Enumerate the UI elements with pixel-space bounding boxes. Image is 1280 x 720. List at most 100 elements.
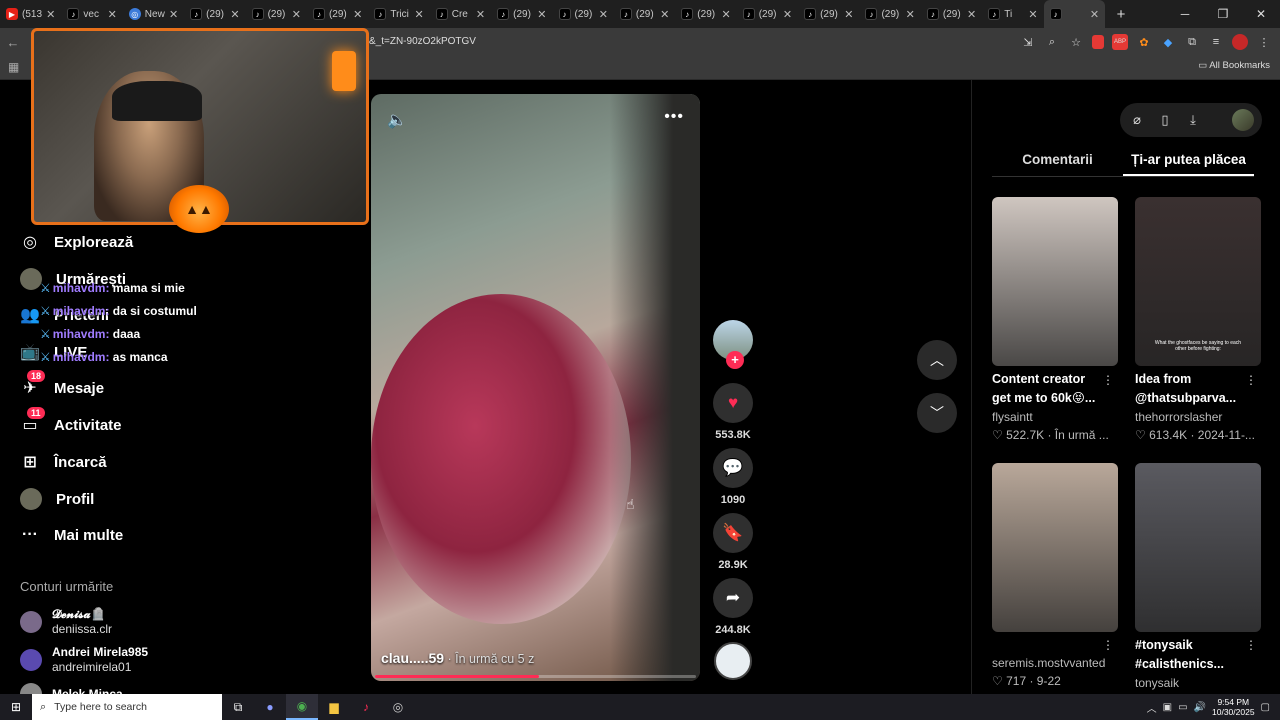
address-bar[interactable]: &_t=ZN-90zO2kPOTGV [369, 32, 476, 52]
reading-list-icon[interactable]: ≡ [1208, 34, 1224, 50]
close-tab-icon[interactable]: ✕ [415, 8, 424, 21]
browser-tab[interactable]: ▶ (513 ✕ [0, 0, 61, 28]
browser-tab[interactable]: ♪ vec ✕ [61, 0, 122, 28]
more-options-icon[interactable]: ⋮ [1245, 638, 1257, 652]
extensions-puzzle-icon[interactable]: ⧉ [1184, 34, 1200, 50]
close-tab-icon[interactable]: ✕ [721, 8, 730, 21]
close-window-icon[interactable]: ✕ [1242, 0, 1280, 28]
music-disc[interactable] [711, 642, 755, 680]
creator-avatar[interactable]: + [711, 320, 755, 369]
volume-icon[interactable]: 🔈 [387, 110, 407, 130]
browser-tab[interactable]: ♪ (29) ✕ [921, 0, 982, 28]
extension-blue-icon[interactable]: ◆ [1160, 34, 1176, 50]
next-video-button[interactable]: ﹀ [917, 393, 957, 433]
profile-icon[interactable] [1232, 34, 1248, 50]
video-progress-bar[interactable] [375, 675, 696, 678]
sidebar-item[interactable]: ◎ Explorează [20, 232, 133, 252]
close-tab-icon[interactable]: ✕ [169, 8, 178, 21]
close-tab-icon[interactable]: ✕ [783, 8, 792, 21]
browser-tab[interactable]: ♪ (29) ✕ [184, 0, 245, 28]
close-tab-icon[interactable]: ✕ [967, 8, 976, 21]
install-app-icon[interactable]: ⇲ [1020, 34, 1036, 50]
sidebar-item[interactable]: Profil [20, 488, 94, 510]
sidebar-item[interactable]: ⊞ Încarcă [20, 452, 106, 472]
video-author[interactable]: tonysaik [1135, 674, 1261, 692]
sidebar-item[interactable]: ··· Mai multe [20, 525, 123, 545]
video-thumbnail[interactable] [992, 463, 1118, 632]
browser-tab[interactable]: ♪ ✕ [1043, 0, 1106, 28]
new-tab-button[interactable]: + [1111, 6, 1131, 23]
tray-up-arrow-icon[interactable]: ︿ [1147, 700, 1157, 715]
like-button[interactable]: ♥ 553.8K [711, 383, 755, 441]
close-tab-icon[interactable]: ✕ [599, 8, 608, 21]
extension-orange-icon[interactable]: ✿ [1136, 34, 1152, 50]
browser-tab[interactable]: ♪ (29) ✕ [246, 0, 307, 28]
previous-video-button[interactable]: ︿ [917, 340, 957, 380]
close-tab-icon[interactable]: ✕ [844, 8, 853, 21]
more-options-icon[interactable]: ••• [664, 108, 684, 126]
file-explorer-icon[interactable]: ▆ [318, 694, 350, 720]
taskbar-search[interactable]: ⌕ Type here to search [32, 694, 222, 720]
compass-icon[interactable]: ⌀ [1128, 112, 1146, 128]
network-icon[interactable]: ▭ [1178, 702, 1187, 713]
browser-tab[interactable]: ♪ (29) ✕ [307, 0, 368, 28]
video-title[interactable]: Idea from @thatsubparva... [1135, 370, 1245, 408]
recommended-video-card[interactable]: ⋮ #tonysaik #calisthenics... tonysaik [1135, 463, 1261, 692]
browser-tab[interactable]: ◎ New ✕ [123, 0, 184, 28]
tab-recommended[interactable]: Ți-ar putea plăcea [1123, 147, 1254, 176]
tiktok-app-icon[interactable]: ♪ [350, 694, 382, 720]
zoom-icon[interactable]: ⌕ [1044, 34, 1060, 50]
windows-start-icon[interactable]: ⊞ [0, 700, 32, 714]
video-thumbnail[interactable]: What the ghostfaces be saying to each ot… [1135, 197, 1261, 366]
close-tab-icon[interactable]: ✕ [46, 8, 55, 21]
recommended-video-card[interactable]: What the ghostfaces be saying to each ot… [1135, 197, 1261, 444]
follow-plus-icon[interactable]: + [726, 351, 744, 369]
all-bookmarks-button[interactable]: ▭ All Bookmarks [1198, 60, 1270, 71]
tab-comments[interactable]: Comentarii [992, 147, 1123, 176]
browser-tab[interactable]: ♪ Cre ✕ [430, 0, 491, 28]
close-tab-icon[interactable]: ✕ [537, 8, 546, 21]
close-tab-icon[interactable]: ✕ [108, 8, 117, 21]
browser-tab[interactable]: ♪ Ti ✕ [982, 0, 1043, 28]
browser-tab[interactable]: ♪ (29) ✕ [614, 0, 675, 28]
clock[interactable]: 9:54 PM 10/30/2025 [1212, 697, 1255, 717]
browser-tab[interactable]: ♪ Trici ✕ [368, 0, 429, 28]
comment-button[interactable]: 💬 1090 [711, 448, 755, 506]
more-options-icon[interactable]: ⋮ [1245, 373, 1257, 387]
back-icon[interactable]: ← [0, 35, 26, 50]
more-options-icon[interactable]: ⋮ [1102, 373, 1114, 387]
close-tab-icon[interactable]: ✕ [292, 8, 301, 21]
video-author[interactable]: flysaintt [992, 408, 1118, 426]
followed-account[interactable]: 𝓓𝓮𝓷𝓲𝓼𝓪🪦 deniissa.clr [20, 607, 112, 637]
close-tab-icon[interactable]: ✕ [476, 8, 485, 21]
close-tab-icon[interactable]: ✕ [230, 8, 239, 21]
browser-tab[interactable]: ♪ (29) ✕ [491, 0, 552, 28]
sidebar-item[interactable]: ✈ 18 Mesaje [20, 370, 104, 398]
video-author[interactable]: seremis.mostvvanted [992, 654, 1118, 672]
sidebar-item[interactable]: ▭ 11 Activitate [20, 407, 122, 435]
menu-kebab-icon[interactable]: ⋮ [1256, 34, 1272, 50]
recommended-video-card[interactable]: ⋮ seremis.mostvvanted ♡ 717 · 9-22 [992, 463, 1118, 690]
notification-icon[interactable]: ▢ [1261, 702, 1270, 713]
close-tab-icon[interactable]: ✕ [1028, 8, 1037, 21]
recommended-video-card[interactable]: ⋮ Content creator get me to 60k😝... flysai… [992, 197, 1118, 444]
minimize-icon[interactable]: ─ [1166, 0, 1204, 28]
obs-app-icon[interactable]: ◎ [382, 694, 414, 720]
video-author[interactable]: thehorrorslasher [1135, 408, 1261, 426]
video-title[interactable]: Content creator get me to 60k😝... [992, 370, 1102, 408]
download-icon[interactable]: ⤓ [1184, 112, 1202, 128]
extension-red-icon[interactable] [1092, 35, 1104, 49]
volume-tray-icon[interactable]: 🔊 [1194, 702, 1206, 713]
video-player[interactable]: 🔈 ••• clau.....59 · În urmă cu 5 z [371, 94, 700, 681]
video-title[interactable]: #tonysaik #calisthenics... [1135, 636, 1245, 674]
task-view-icon[interactable]: ⧉ [222, 694, 254, 720]
bookmark-star-icon[interactable]: ☆ [1068, 34, 1084, 50]
extension-abp-icon[interactable]: ABP [1112, 34, 1128, 50]
restore-icon[interactable]: ❐ [1204, 0, 1242, 28]
browser-tab[interactable]: ♪ (29) ✕ [859, 0, 920, 28]
video-author[interactable]: clau.....59 · În urmă cu 5 z [381, 650, 534, 666]
close-tab-icon[interactable]: ✕ [906, 8, 915, 21]
video-thumbnail[interactable] [1135, 463, 1261, 632]
discord-app-icon[interactable]: ● [254, 694, 286, 720]
close-tab-icon[interactable]: ✕ [1090, 8, 1099, 21]
